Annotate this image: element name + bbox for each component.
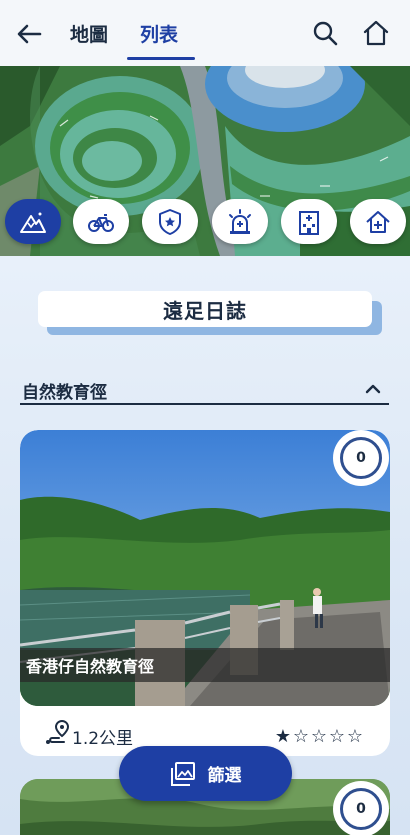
arrow-left-icon <box>17 24 42 44</box>
back-button[interactable] <box>14 20 44 48</box>
check-in-count-badge: 0 <box>333 430 389 486</box>
section-header-label[interactable]: 自然教育徑 <box>22 378 107 403</box>
tab-list[interactable]: 列表 <box>140 20 178 47</box>
check-in-count: 0 <box>340 437 382 479</box>
home-button[interactable] <box>361 18 391 48</box>
chevron-up-icon <box>365 384 381 394</box>
siren-icon <box>229 208 251 234</box>
trail-card[interactable]: 香港仔自然教育徑 1.2公里 ★ ☆ ☆ ☆ ☆ <box>20 430 390 756</box>
category-cycling-button[interactable] <box>73 199 129 244</box>
star-empty-icon: ☆ <box>346 726 364 747</box>
top-app-bar: 地圖 列表 <box>0 0 410 66</box>
hospital-icon <box>299 210 319 235</box>
section-divider <box>20 403 389 405</box>
tab-map[interactable]: 地圖 <box>70 20 108 47</box>
check-in-count: 0 <box>340 788 382 830</box>
star-filled-icon: ★ <box>274 726 292 747</box>
shelter-house-icon <box>366 210 390 233</box>
category-shelter-button[interactable] <box>350 199 406 244</box>
rating-stars: ★ ☆ ☆ ☆ ☆ <box>274 726 364 747</box>
section-collapse-button[interactable] <box>362 378 384 400</box>
route-distance-icon <box>44 718 72 746</box>
mountain-hiking-icon <box>20 212 46 233</box>
star-empty-icon: ☆ <box>292 726 310 747</box>
bicycle-icon <box>88 213 114 232</box>
check-in-count-badge: 0 <box>333 781 389 835</box>
page-title: 遠足日誌 <box>38 291 372 327</box>
image-gallery-icon <box>170 761 195 786</box>
filter-button[interactable]: 篩選 <box>119 746 292 801</box>
category-hospital-button[interactable] <box>281 199 337 244</box>
search-button[interactable] <box>311 19 339 47</box>
home-icon <box>363 20 389 46</box>
category-emergency-button[interactable] <box>212 199 268 244</box>
search-icon <box>313 21 338 46</box>
category-hiking-button[interactable] <box>5 199 61 244</box>
star-empty-icon: ☆ <box>328 726 346 747</box>
category-police-button[interactable] <box>142 199 198 244</box>
active-tab-indicator <box>127 57 195 60</box>
star-empty-icon: ☆ <box>310 726 328 747</box>
filter-label: 篩選 <box>207 766 242 786</box>
police-badge-icon <box>159 208 181 235</box>
hero-aerial-image <box>0 66 410 256</box>
trail-distance: 1.2公里 <box>72 729 134 749</box>
trail-name: 香港仔自然教育徑 <box>20 648 390 682</box>
